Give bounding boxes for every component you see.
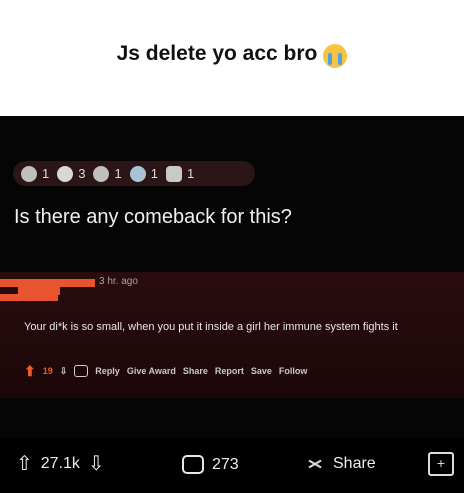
upvote-arrow-icon[interactable]: ⇧ (16, 454, 33, 474)
downvote-arrow-icon[interactable]: ⇩ (88, 454, 105, 474)
upvote-icon[interactable]: ⬆ (24, 364, 36, 378)
downvote-icon[interactable]: ⇩ (60, 366, 68, 377)
awards-bar[interactable]: 1 3 1 1 1 (13, 161, 255, 186)
give-award-button[interactable]: Give Award (127, 366, 176, 376)
wholesome-award-icon (93, 165, 110, 182)
comment-score: 19 (42, 366, 53, 376)
comment-count: 273 (212, 455, 239, 473)
follow-button[interactable]: Follow (279, 366, 308, 376)
share-post-button[interactable]: Share (306, 455, 376, 473)
caption-text: Js delete yo acc bro (116, 42, 318, 65)
comment-body: Your di*k is so small, when you put it i… (24, 321, 398, 333)
bird-award-icon (129, 165, 146, 182)
comments-button[interactable]: 273 (182, 455, 239, 474)
bunny-award-icon (165, 165, 182, 182)
comment-actions: ⬆ 19 ⇩ Reply Give Award Share Report Sav… (24, 364, 308, 378)
share-label: Share (333, 455, 376, 472)
meme-caption: Js delete yo acc bro (0, 0, 464, 116)
helpful-award-icon (57, 165, 74, 182)
crying-face-icon (323, 44, 348, 68)
post-title: Is there any comeback for this? (14, 206, 292, 228)
report-button[interactable]: Report (215, 366, 244, 376)
share-button[interactable]: Share (183, 366, 208, 376)
reply-button[interactable]: Reply (95, 366, 120, 376)
award-helpful[interactable]: 3 (57, 165, 85, 182)
award-silver[interactable]: 1 (21, 165, 49, 182)
award-bird[interactable]: 1 (129, 165, 158, 182)
vote-count: 27.1k (40, 455, 80, 472)
comment-time: 3 hr. ago (99, 276, 138, 287)
share-icon (306, 455, 325, 473)
comment-bubble-icon (182, 455, 204, 474)
award-wholesome[interactable]: 1 (93, 165, 122, 182)
award-bunny[interactable]: 1 (165, 165, 194, 182)
reply-icon[interactable] (74, 365, 89, 377)
silver-award-icon (21, 165, 37, 182)
vote-control: ⇧ 27.1k ⇩ (16, 454, 105, 474)
redacted-username (0, 276, 96, 306)
save-button[interactable]: Save (251, 366, 272, 376)
award-gift-icon[interactable]: + (428, 452, 454, 476)
